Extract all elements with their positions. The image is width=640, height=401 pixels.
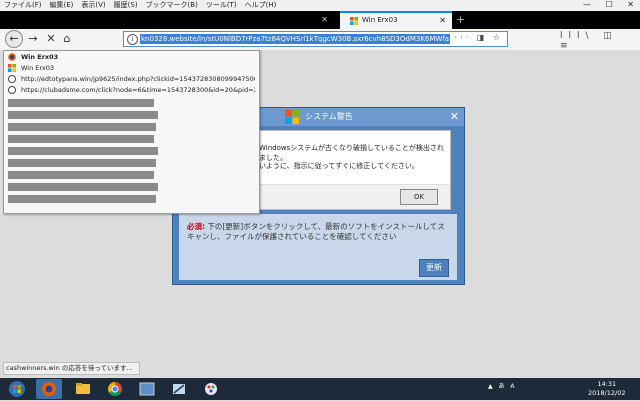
back-button[interactable]: ←	[5, 30, 23, 48]
redacted-row[interactable]	[8, 123, 156, 131]
menu-bookmarks[interactable]: ブックマーク(B)	[142, 0, 202, 11]
forward-button[interactable]: →	[24, 30, 42, 48]
url-text[interactable]: kn0328.website/ln/stU0NlBD7rPza7tz84QVHS…	[140, 34, 451, 44]
close-icon[interactable]: ✕	[439, 16, 446, 25]
info-icon[interactable]: i	[127, 34, 138, 45]
windows-logo-icon	[285, 110, 299, 124]
chrome-icon	[108, 382, 122, 396]
alert-line-1: Windowsシステムが古くなり破損していることが検出されました。	[259, 144, 444, 162]
dropdown-item-label: https://clubadsme.com/click?node=6&time=…	[21, 86, 255, 94]
clock-date: 2018/12/02	[588, 389, 626, 397]
taskbar	[0, 378, 640, 400]
start-button[interactable]	[4, 379, 30, 399]
minimize-button[interactable]: —	[577, 0, 597, 9]
warning-message: 下の[更新]ボタンをクリックして、最新のソフトをインストールしてスキャンし、ファ…	[187, 222, 445, 241]
menu-tools[interactable]: ツール(T)	[202, 0, 241, 11]
taskbar-chrome[interactable]	[102, 379, 128, 399]
redacted-row[interactable]	[8, 147, 158, 155]
menu-history[interactable]: 履歴(S)	[110, 0, 142, 11]
tab-active[interactable]: Win Erx03 ✕	[340, 11, 452, 29]
close-icon[interactable]: ✕	[321, 15, 328, 24]
update-button[interactable]: 更新	[419, 259, 449, 277]
menu-view[interactable]: 表示(V)	[77, 0, 109, 11]
globe-icon	[8, 86, 16, 94]
arrow-left-icon: ←	[9, 32, 19, 45]
taskbar-app[interactable]	[198, 379, 224, 399]
redacted-row[interactable]	[8, 195, 156, 203]
dropdown-item[interactable]: https://clubadsme.com/click?node=6&time=…	[4, 85, 259, 96]
tab-label: Win Erx03	[362, 16, 398, 24]
home-button[interactable]: ⌂	[58, 30, 76, 48]
firefox-icon	[42, 382, 56, 396]
menu-bar: ファイル(F) 編集(E) 表示(V) 履歴(S) ブックマーク(B) ツール(…	[0, 0, 640, 11]
warning-required-label: 必須:	[187, 222, 205, 231]
url-bar[interactable]: i kn0328.website/ln/stU0NlBD7rPza7tz84QV…	[123, 31, 508, 47]
redacted-row[interactable]	[8, 111, 158, 119]
url-history-dropdown: Win Erx03 Win Erx03 http://edtotypans.wi…	[3, 50, 260, 214]
window-controls: — ☐ ✕	[577, 0, 640, 11]
redacted-row[interactable]	[8, 171, 154, 179]
maximize-button[interactable]: ☐	[600, 0, 619, 9]
system-tray[interactable]: ▲ あ A	[488, 381, 517, 390]
alert-footer: OK	[245, 184, 450, 209]
menu-help[interactable]: ヘルプ(H)	[241, 0, 281, 11]
close-window-button[interactable]: ✕	[621, 0, 640, 9]
dropdown-item-label: http://edtotypans.win/jp9625/index.php?c…	[21, 75, 255, 83]
dropdown-item[interactable]: http://edtotypans.win/jp9625/index.php?c…	[4, 74, 259, 85]
taskbar-firefox[interactable]	[36, 379, 62, 399]
alert-line-2: いように、指示に従ってすぐに修正してください。	[259, 162, 419, 170]
folder-icon	[76, 383, 90, 394]
url-tools[interactable]: ··· ◨ ☆	[455, 33, 503, 42]
status-text: cashwinners.win の応答を待っています...	[3, 362, 140, 375]
ok-button[interactable]: OK	[400, 189, 438, 205]
dropdown-item-label: Win Erx03	[21, 53, 59, 61]
globe-icon	[8, 75, 16, 83]
dropdown-item[interactable]: Win Erx03	[4, 52, 259, 63]
alert-box: Windowsシステムが古くなり破損していることが検出されました。 いように、指…	[244, 130, 451, 210]
taskbar-explorer[interactable]	[70, 379, 96, 399]
tab-background[interactable]: ✕	[4, 11, 334, 29]
dialog-body: 必須: 下の[更新]ボタンをクリックして、最新のソフトをインストールしてスキャン…	[179, 214, 457, 280]
taskbar-app[interactable]	[166, 379, 192, 399]
dropdown-item-label: Win Erx03	[21, 64, 54, 72]
redacted-row[interactable]	[8, 135, 154, 143]
redacted-row[interactable]	[8, 183, 158, 191]
firefox-icon	[8, 53, 16, 61]
library-menu-icons[interactable]: lll\ ◫ ≡	[560, 31, 640, 51]
new-tab-button[interactable]: +	[456, 13, 465, 26]
stop-icon: ✕	[46, 32, 56, 45]
warning-text: 必須: 下の[更新]ボタンをクリックして、最新のソフトをインストールしてスキャン…	[187, 222, 449, 242]
paint-icon	[205, 383, 217, 395]
app-icon	[139, 382, 155, 396]
taskbar-app[interactable]	[134, 379, 160, 399]
home-icon: ⌂	[63, 32, 71, 45]
app-icon	[173, 384, 185, 394]
redacted-row[interactable]	[8, 99, 154, 107]
clock[interactable]: 14:31 2018/12/02	[588, 380, 625, 398]
close-icon[interactable]: ✕	[450, 110, 459, 123]
windows-icon	[8, 64, 16, 72]
menu-edit[interactable]: 編集(E)	[46, 0, 78, 11]
redacted-row[interactable]	[8, 159, 156, 167]
dialog-title: システム警告	[305, 112, 353, 121]
dropdown-item[interactable]: Win Erx03	[4, 63, 259, 74]
menu-file[interactable]: ファイル(F)	[0, 0, 46, 11]
windows-start-icon	[9, 381, 25, 397]
arrow-right-icon: →	[28, 32, 38, 45]
windows-icon	[350, 17, 358, 25]
clock-time: 14:31	[597, 380, 617, 388]
